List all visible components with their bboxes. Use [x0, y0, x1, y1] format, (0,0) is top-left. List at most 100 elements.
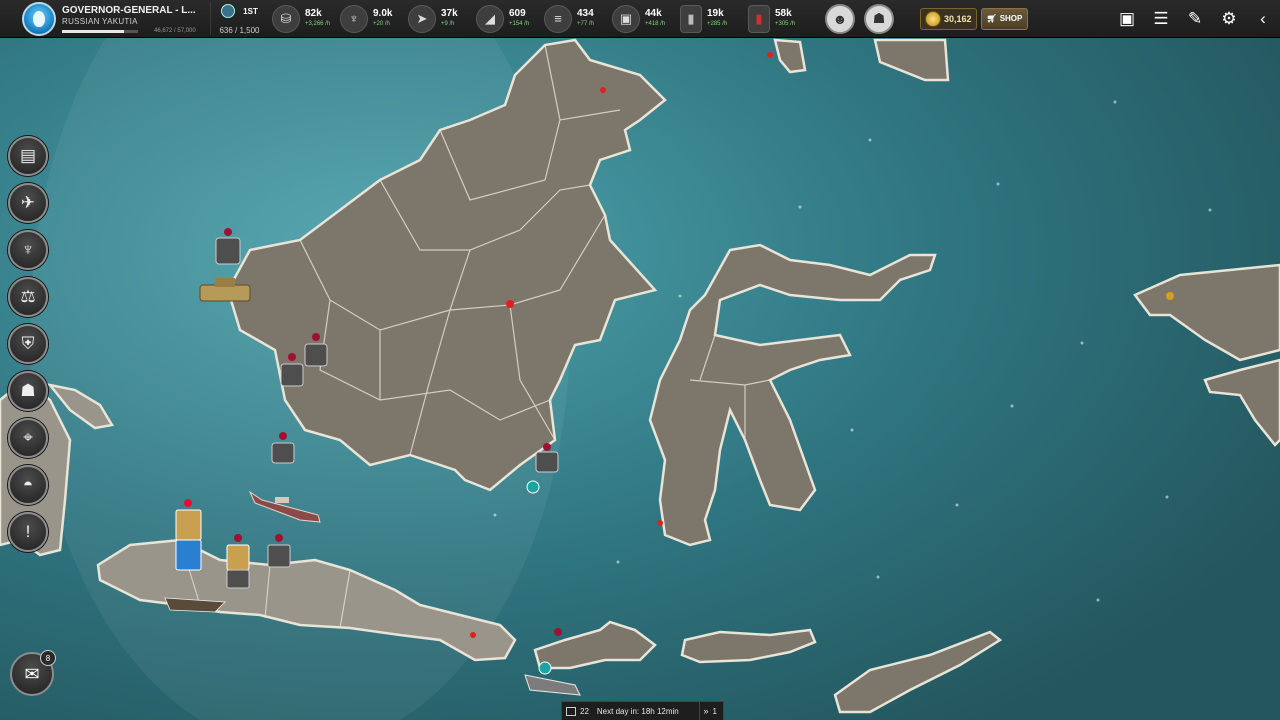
resource-value: 19k	[707, 7, 724, 19]
nation-name: RUSSIAN YAKUTIA	[62, 16, 138, 26]
advisor-icon: ☻	[832, 10, 848, 27]
city-marker[interactable]	[470, 632, 476, 638]
menu-button[interactable]: ☰	[1144, 9, 1178, 29]
city-marker[interactable]	[767, 52, 773, 58]
fast-forward-icon[interactable]: »	[704, 706, 709, 716]
shield-icon: ⛨	[21, 334, 35, 353]
general-unit-marker[interactable]	[175, 499, 202, 571]
resource-bar: ⛁ 82k +3,266 /h ♆ 9.0k +20 /h ➤ 37k +9 /h ◢ 609 +15…	[272, 0, 816, 38]
day-number: 22	[580, 706, 589, 716]
spy-icon: ☗	[20, 381, 36, 400]
lumber-icon: ≡	[544, 4, 572, 33]
wheat-icon: ♆	[21, 240, 35, 259]
settings-button[interactable]: ⚙	[1212, 9, 1246, 29]
crate-icon: ▣	[612, 4, 640, 33]
rank-place: 1ST	[243, 6, 258, 16]
city-marker[interactable]	[1166, 292, 1174, 300]
left-menu: ▤ ✈ ♆ ⚖ ⛨ ☗ ⌖ ◓!	[8, 136, 48, 552]
newspaper-button[interactable]: ▣	[1110, 9, 1144, 29]
collapse-button[interactable]: ‹	[1246, 9, 1280, 29]
left-menu-button[interactable]: ▤	[8, 136, 48, 176]
nation-flag-icon[interactable]	[22, 1, 56, 36]
resource-fish[interactable]: ➤ 37k +9 /h	[408, 0, 476, 38]
gold-value: 30,162	[944, 13, 972, 24]
left-menu-button[interactable]: ⌖	[8, 418, 48, 458]
left-menu-button[interactable]: ☗	[8, 371, 48, 411]
resource-rate: +154 /h	[509, 20, 530, 27]
map-marker-icon: ⌖	[23, 428, 33, 447]
resource-rate: +418 /h	[645, 20, 666, 27]
population-text: 636 / 1,500	[219, 26, 260, 35]
shop-label: SHOP	[999, 14, 1023, 23]
resource-oil[interactable]: ▮ 19k +285 /h	[680, 0, 748, 38]
pin-button[interactable]: ✎	[1178, 9, 1212, 29]
city-marker[interactable]	[600, 87, 606, 93]
day-bar[interactable]: 22 Next day in: 18h 12min » 1	[561, 701, 724, 720]
speed-value: 1	[712, 706, 717, 716]
xp-progress-bar	[62, 29, 138, 33]
resource-value: 82k	[305, 7, 322, 19]
resource-value: 37k	[441, 7, 458, 19]
chat-icon: ✉	[24, 663, 40, 684]
resource-fuel[interactable]: ▮ 58k +305 /h	[748, 0, 816, 38]
fish-icon: ➤	[408, 4, 436, 33]
world-map[interactable]	[0, 0, 1280, 720]
resource-rate: +20 /h	[373, 20, 390, 27]
xp-text: 46,672 / 57,000	[154, 27, 196, 34]
spy-icon: ☗	[872, 10, 886, 26]
next-day-text: Next day in: 18h 12min	[596, 706, 679, 716]
shop-button[interactable]: 🛒︎ SHOP	[980, 7, 1029, 30]
resource-rate: +305 /h	[775, 20, 796, 27]
left-menu-button[interactable]: ◓	[8, 465, 48, 505]
resource-value: 609	[509, 7, 526, 19]
resource-value: 58k	[775, 7, 792, 19]
ranking[interactable]: 1ST 636 / 1,500	[210, 2, 268, 35]
divider	[698, 701, 700, 720]
hamburger-icon: ☰	[1153, 9, 1169, 28]
resource-rate: +3,266 /h	[305, 20, 331, 27]
advisor-button[interactable]: ☻	[825, 3, 855, 34]
resource-value: 9.0k	[373, 7, 393, 19]
player-title: GOVERNOR-GENERAL - L...	[62, 4, 196, 16]
iron-icon: ◢	[476, 4, 504, 33]
left-menu-button[interactable]: ⛨	[8, 324, 48, 364]
gold-balance[interactable]: 30,162	[920, 7, 977, 30]
calendar-icon	[566, 706, 576, 716]
resource-goods[interactable]: ▣ 44k +418 /h	[612, 0, 680, 38]
city-marker[interactable]	[506, 300, 514, 308]
left-menu-button[interactable]: ✈	[8, 183, 48, 223]
spy-button[interactable]: ☗	[864, 3, 894, 34]
city-marker[interactable]	[657, 520, 663, 526]
chat-button[interactable]: ✉ 8	[10, 650, 56, 696]
chat-badge: 8	[40, 650, 56, 666]
dove-icon: ✈	[20, 193, 36, 212]
scales-icon: ⚖	[20, 287, 36, 306]
resource-rate: +9 /h	[441, 20, 455, 27]
newspaper-icon: ▣	[1118, 9, 1136, 28]
resource-rate: +285 /h	[707, 20, 728, 27]
gear-icon: ⚙	[1221, 9, 1237, 28]
resource-food[interactable]: ♆ 9.0k +20 /h	[340, 0, 408, 38]
resource-value: 44k	[645, 7, 662, 19]
cart-icon: 🛒︎	[986, 14, 997, 23]
resource-value: 434	[577, 7, 594, 19]
resource-money[interactable]: ⛁ 82k +3,266 /h	[272, 0, 340, 38]
resource-iron[interactable]: ◢ 609 +154 /h	[476, 0, 544, 38]
coins-icon: ⛁	[272, 4, 300, 33]
newspaper-icon: ▤	[19, 146, 37, 165]
helmet-icon: ◓	[22, 475, 34, 494]
pin-icon: ✎	[1187, 9, 1203, 28]
top-bar: GOVERNOR-GENERAL - L... RUSSIAN YAKUTIA …	[0, 0, 1280, 38]
wheat-icon: ♆	[340, 4, 368, 33]
resource-rate: +77 /h	[577, 20, 594, 27]
jerrycan-icon: ▮	[748, 4, 770, 33]
gold-coin-icon	[925, 10, 941, 27]
left-menu-button[interactable]: ⚖	[8, 277, 48, 317]
player-profile[interactable]: GOVERNOR-GENERAL - L... RUSSIAN YAKUTIA …	[0, 0, 210, 38]
resource-wood[interactable]: ≡ 434 +77 /h	[544, 0, 612, 38]
chevron-left-icon: ‹	[1260, 9, 1266, 28]
barrel-icon: ▮	[680, 4, 702, 33]
left-menu-button[interactable]: !	[8, 512, 48, 552]
ranking-icon	[221, 4, 236, 18]
left-menu-button[interactable]: ♆	[8, 230, 48, 270]
